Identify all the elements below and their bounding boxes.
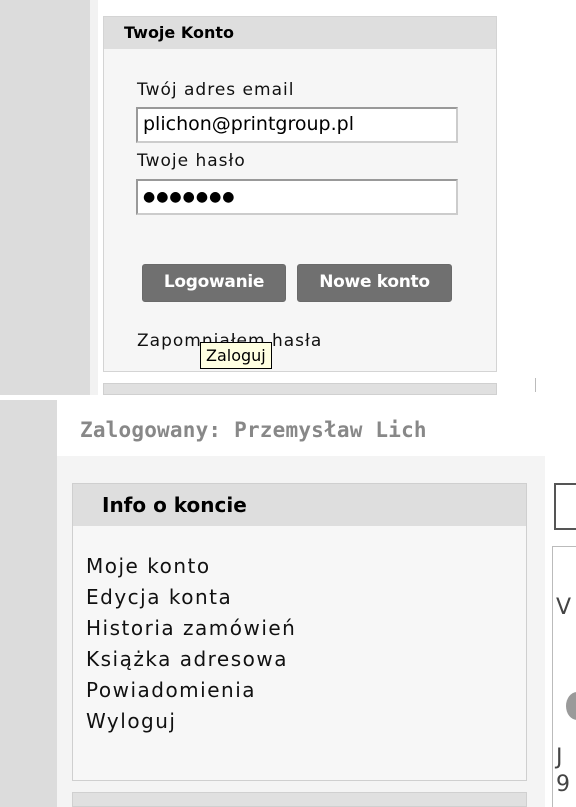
logged-in-status: Zalogowany: Przemysław Lich: [80, 418, 427, 442]
menu-item-my-account[interactable]: Moje konto: [86, 551, 296, 582]
new-account-button[interactable]: Nowe konto: [297, 264, 452, 302]
login-box-title: Twoje Konto: [104, 17, 496, 49]
next-box-header: [103, 383, 497, 395]
right-panel-box: [554, 483, 576, 530]
password-label: Twoje hasło: [137, 151, 246, 171]
right-content-char: J: [556, 745, 563, 770]
account-info-title: Info o koncie: [73, 484, 526, 526]
email-field[interactable]: plichon@printgroup.pl: [136, 107, 458, 143]
email-label: Twój adres email: [137, 80, 295, 100]
account-info-box: Info o koncie Moje konto Edycja konta Hi…: [72, 483, 527, 781]
menu-item-logout[interactable]: Wyloguj: [86, 706, 296, 737]
right-content-char: 9: [556, 772, 570, 797]
account-screenshot: Zalogowany: Przemysław Lich Info o konci…: [0, 400, 576, 807]
login-tooltip: Zaloguj: [200, 342, 272, 369]
next-box-header: [72, 792, 527, 807]
login-box: Twoje Konto Twój adres email plichon@pri…: [103, 16, 497, 372]
menu-item-address-book[interactable]: Książka adresowa: [86, 644, 296, 675]
menu-item-edit-account[interactable]: Edycja konta: [86, 582, 296, 613]
left-gutter: [0, 0, 90, 395]
left-gutter-light: [90, 0, 98, 395]
menu-item-notifications[interactable]: Powiadomienia: [86, 675, 296, 706]
menu-item-order-history[interactable]: Historia zamówień: [86, 613, 296, 644]
divider: [535, 378, 536, 392]
left-gutter: [0, 400, 57, 807]
right-content-char: V: [556, 595, 572, 620]
login-button[interactable]: Logowanie: [142, 264, 286, 302]
account-menu: Moje konto Edycja konta Historia zamówie…: [86, 551, 296, 737]
password-field[interactable]: ●●●●●●●: [136, 179, 458, 215]
login-screenshot: Twoje Konto Twój adres email plichon@pri…: [0, 0, 576, 400]
